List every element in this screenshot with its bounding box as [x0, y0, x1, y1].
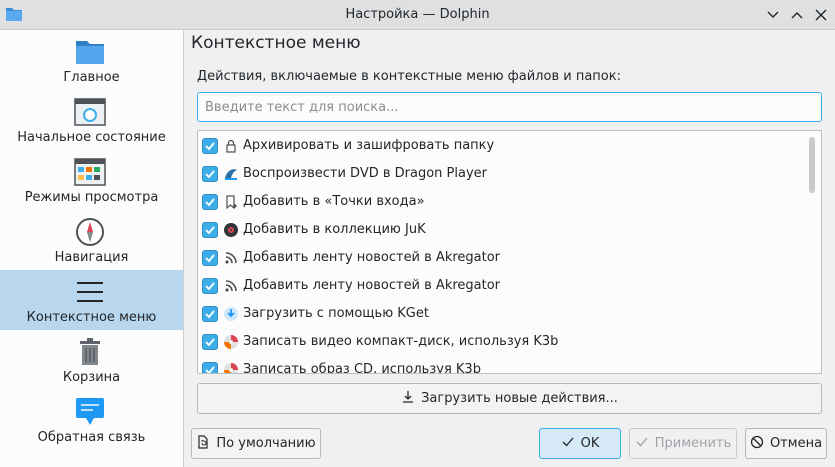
- action-label: Добавить в «Точки входа»: [243, 194, 425, 209]
- list-item[interactable]: Записать образ CD, используя K3b: [198, 356, 802, 374]
- check-icon: [635, 435, 649, 453]
- cancel-label: Отмена: [769, 436, 823, 451]
- list-item[interactable]: Добавить в «Точки входа»: [198, 188, 802, 216]
- action-label: Архивировать и зашифровать папку: [243, 138, 495, 153]
- sidebar-item-label: Главное: [63, 70, 120, 85]
- sidebar-item-label: Обратная связь: [37, 430, 146, 445]
- list-item[interactable]: Добавить в коллекцию JuK: [198, 216, 802, 244]
- sidebar-item-context-menu[interactable]: Контекстное меню: [0, 270, 183, 330]
- list-item[interactable]: Загрузить с помощью KGet: [198, 300, 802, 328]
- trash-icon: [74, 336, 106, 368]
- bookmark-add-icon: [223, 194, 239, 210]
- ok-button[interactable]: OK: [539, 428, 621, 459]
- juk-icon: [223, 222, 239, 238]
- action-label: Воспроизвести DVD в Dragon Player: [243, 166, 488, 181]
- maximize-button[interactable]: [788, 6, 806, 24]
- sidebar-item-label: Начальное состояние: [17, 130, 166, 145]
- checkbox[interactable]: [202, 278, 218, 294]
- minimize-button[interactable]: [764, 6, 782, 24]
- action-label: Записать образ CD, используя K3b: [243, 362, 481, 374]
- close-button[interactable]: [812, 6, 830, 24]
- apply-label: Применить: [654, 436, 732, 451]
- checkbox[interactable]: [202, 166, 218, 182]
- rss-icon: [223, 278, 239, 294]
- kget-icon: [223, 306, 239, 322]
- sidebar-item-label: Навигация: [54, 250, 129, 265]
- download-actions-label: Загрузить новые действия...: [421, 391, 618, 406]
- sidebar-item-navigation[interactable]: Навигация: [0, 210, 183, 270]
- defaults-button[interactable]: По умолчанию: [191, 428, 321, 459]
- lock-icon: [223, 138, 239, 154]
- settings-sidebar: Главное Начальное состояние Режимы просм…: [0, 30, 184, 467]
- window-title: Настройка — Dolphin: [345, 7, 490, 22]
- sidebar-item-label: Корзина: [62, 370, 121, 385]
- sidebar-item-trash[interactable]: Корзина: [0, 330, 183, 390]
- sidebar-item-startup[interactable]: Начальное состояние: [0, 90, 183, 150]
- action-label: Загрузить с помощью KGet: [243, 306, 429, 321]
- list-scrollbar[interactable]: [809, 137, 815, 193]
- download-icon: [401, 390, 415, 408]
- actions-list[interactable]: Архивировать и зашифровать папку Воспрои…: [197, 130, 822, 374]
- list-item[interactable]: Добавить ленту новостей в Akregator: [198, 272, 802, 300]
- document-reset-icon: [196, 434, 210, 453]
- action-label: Добавить ленту новостей в Akregator: [243, 278, 501, 293]
- checkbox[interactable]: [202, 250, 218, 266]
- page-title: Контекстное меню: [191, 33, 361, 53]
- sidebar-item-view-modes[interactable]: Режимы просмотра: [0, 150, 183, 210]
- hamburger-menu-icon: [74, 276, 106, 308]
- checkbox[interactable]: [202, 194, 218, 210]
- defaults-label: По умолчанию: [216, 436, 316, 451]
- title-bar: Настройка — Dolphin: [0, 0, 835, 30]
- search-input[interactable]: [197, 92, 822, 122]
- action-label: Добавить ленту новостей в Akregator: [243, 250, 501, 265]
- checkbox[interactable]: [202, 334, 218, 350]
- action-label: Добавить в коллекцию JuK: [243, 222, 426, 237]
- checkbox[interactable]: [202, 222, 218, 238]
- sidebar-item-general[interactable]: Главное: [0, 30, 183, 90]
- checkbox[interactable]: [202, 138, 218, 154]
- check-icon: [561, 435, 575, 453]
- k3b-icon: [223, 362, 239, 373]
- folder-icon: [74, 36, 106, 68]
- list-item[interactable]: Воспроизвести DVD в Dragon Player: [198, 160, 802, 188]
- download-actions-button[interactable]: Загрузить новые действия...: [197, 383, 822, 414]
- ok-label: OK: [580, 436, 600, 451]
- rss-icon: [223, 250, 239, 266]
- checkbox[interactable]: [202, 306, 218, 322]
- checkbox[interactable]: [202, 362, 218, 373]
- dragon-player-icon: [223, 166, 239, 182]
- cancel-button[interactable]: Отмена: [745, 428, 827, 459]
- view-modes-icon: [74, 156, 106, 188]
- apply-button[interactable]: Применить: [629, 428, 737, 459]
- k3b-icon: [223, 334, 239, 350]
- compass-icon: [74, 216, 106, 248]
- startup-window-icon: [74, 96, 106, 128]
- cancel-icon: [750, 435, 764, 453]
- list-item[interactable]: Добавить ленту новостей в Akregator: [198, 244, 802, 272]
- sidebar-item-label: Режимы просмотра: [24, 190, 159, 205]
- sidebar-item-label: Контекстное меню: [26, 310, 157, 325]
- action-label: Записать видео компакт-диск, используя K…: [243, 334, 559, 349]
- list-item[interactable]: Архивировать и зашифровать папку: [198, 132, 802, 160]
- feedback-icon: [74, 396, 106, 428]
- sidebar-item-feedback[interactable]: Обратная связь: [0, 390, 183, 450]
- actions-label: Действия, включаемые в контекстные меню …: [197, 69, 621, 84]
- list-item[interactable]: Записать видео компакт-диск, используя K…: [198, 328, 802, 356]
